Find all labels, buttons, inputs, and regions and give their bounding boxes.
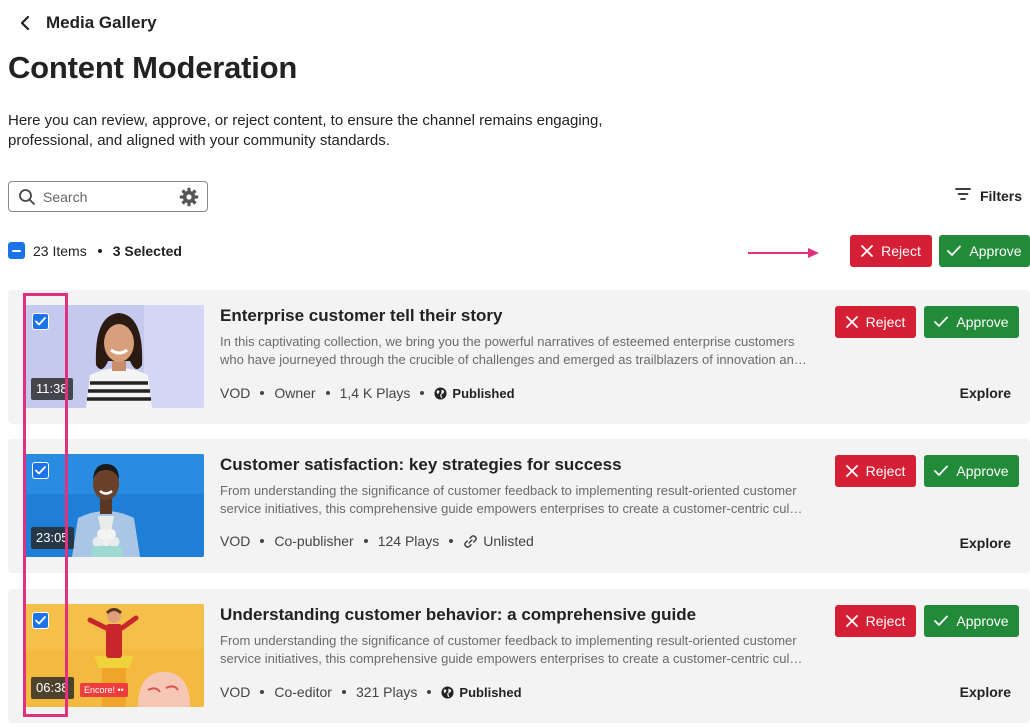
- back-link[interactable]: Media Gallery: [14, 10, 157, 36]
- search-box: [8, 181, 208, 212]
- check-icon: [934, 615, 949, 626]
- select-all-checkbox[interactable]: [8, 242, 25, 259]
- separator-dot: [341, 690, 346, 694]
- media-type: VOD: [220, 684, 251, 700]
- filters-button[interactable]: Filters: [954, 186, 1022, 205]
- check-icon: [934, 316, 949, 327]
- check-icon: [947, 245, 962, 256]
- card-description: From understanding the significance of c…: [220, 483, 803, 516]
- checkbox-highlight-annotation: [23, 293, 68, 717]
- link-icon: [464, 534, 478, 548]
- back-label: Media Gallery: [46, 13, 157, 32]
- explore-link[interactable]: Explore: [960, 535, 1011, 551]
- media-card: 11:38 Enterprise customer tell their sto…: [8, 290, 1030, 424]
- plays-count: 1,4 K Plays: [339, 385, 411, 401]
- separator-dot: [97, 248, 102, 253]
- separator-dot: [420, 391, 425, 395]
- bulk-approve-button[interactable]: Approve: [939, 235, 1030, 267]
- card-title[interactable]: Enterprise customer tell their story: [220, 306, 502, 326]
- x-icon: [861, 245, 874, 257]
- selection-summary: 23 Items 3 Selected: [8, 242, 182, 259]
- bulk-reject-button[interactable]: Reject: [850, 235, 932, 267]
- separator-dot: [363, 539, 368, 543]
- approve-label: Approve: [956, 314, 1009, 330]
- plays-count: 124 Plays: [377, 533, 440, 549]
- separator-dot: [449, 539, 454, 543]
- status-badge: Unlisted: [463, 533, 534, 549]
- card-description: From understanding the significance of c…: [220, 633, 803, 666]
- card-title[interactable]: Understanding customer behavior: a compr…: [220, 605, 696, 625]
- separator-dot: [260, 391, 265, 395]
- separator-dot: [325, 391, 330, 395]
- status-badge: Published: [441, 684, 522, 700]
- reject-button[interactable]: Reject: [835, 455, 916, 487]
- x-icon: [845, 615, 858, 627]
- bulk-approve-label: Approve: [969, 243, 1022, 259]
- media-card: 23:05 Customer satisfaction: key strateg…: [8, 439, 1030, 573]
- card-meta: VOD Co-editor 321 Plays Published: [220, 684, 522, 700]
- items-count: 23 Items: [33, 242, 87, 259]
- card-meta: VOD Owner 1,4 K Plays Published: [220, 385, 515, 401]
- media-card: 06:38 Encore! •• Understanding customer …: [8, 589, 1030, 723]
- x-icon: [845, 465, 858, 477]
- status-label: Published: [452, 385, 515, 401]
- media-type: VOD: [220, 385, 251, 401]
- card-title[interactable]: Customer satisfaction: key strategies fo…: [220, 455, 622, 475]
- plays-count: 321 Plays: [355, 684, 418, 700]
- explore-link[interactable]: Explore: [960, 684, 1011, 700]
- globe-icon: [434, 386, 447, 400]
- role: Owner: [274, 385, 316, 401]
- globe-icon: [441, 685, 454, 699]
- reject-label: Reject: [865, 463, 906, 479]
- media-type: VOD: [220, 533, 251, 549]
- check-icon: [934, 465, 949, 476]
- role: Co-publisher: [274, 533, 354, 549]
- filter-icon: [954, 186, 972, 205]
- separator-dot: [260, 539, 265, 543]
- bulk-reject-label: Reject: [881, 243, 921, 259]
- status-badge: Published: [434, 385, 515, 401]
- status-label: Published: [459, 684, 522, 700]
- approve-label: Approve: [956, 613, 1009, 629]
- annotation-arrow-icon: [748, 248, 819, 258]
- explore-link[interactable]: Explore: [960, 385, 1011, 401]
- reject-button[interactable]: Reject: [835, 306, 916, 338]
- page-description: Here you can review, approve, or reject …: [8, 112, 603, 149]
- approve-label: Approve: [956, 463, 1009, 479]
- reject-label: Reject: [865, 613, 906, 629]
- separator-dot: [427, 690, 432, 694]
- status-label: Unlisted: [483, 533, 534, 549]
- chevron-left-icon: [14, 12, 36, 34]
- reject-button[interactable]: Reject: [835, 605, 916, 637]
- search-input[interactable]: [43, 188, 173, 205]
- filters-label: Filters: [979, 187, 1022, 204]
- x-icon: [845, 316, 858, 328]
- thumbnail-caption: Encore! ••: [80, 683, 128, 697]
- approve-button[interactable]: Approve: [924, 306, 1019, 338]
- card-meta: VOD Co-publisher 124 Plays Unlisted: [220, 533, 534, 549]
- search-icon: [18, 188, 36, 206]
- approve-button[interactable]: Approve: [924, 455, 1019, 487]
- gear-icon[interactable]: [179, 187, 199, 207]
- card-description: In this captivating collection, we bring…: [220, 334, 807, 367]
- role: Co-editor: [274, 684, 332, 700]
- reject-label: Reject: [865, 314, 906, 330]
- approve-button[interactable]: Approve: [924, 605, 1019, 637]
- selected-count: 3 Selected: [112, 242, 182, 259]
- separator-dot: [260, 690, 265, 694]
- page-title: Content Moderation: [8, 50, 298, 85]
